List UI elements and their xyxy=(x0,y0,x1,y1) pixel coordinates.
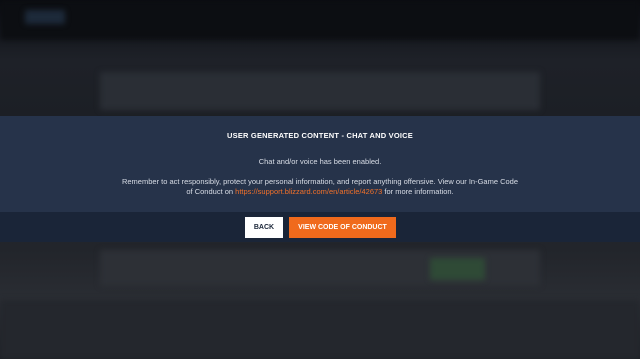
dialog-body-suffix: for more information. xyxy=(382,187,454,196)
view-code-of-conduct-button[interactable]: VIEW CODE OF CONDUCT xyxy=(289,217,396,238)
code-of-conduct-link[interactable]: https://support.blizzard.com/en/article/… xyxy=(235,187,382,196)
background-panel xyxy=(100,72,540,110)
dialog-subtitle: Chat and/or voice has been enabled. xyxy=(258,157,382,166)
game-screen: USER GENERATED CONTENT - CHAT AND VOICE … xyxy=(0,0,640,359)
back-button[interactable]: BACK xyxy=(245,217,283,238)
background-accent xyxy=(430,258,485,280)
background-bottom-strip xyxy=(0,300,640,359)
background-top-bar xyxy=(0,0,640,40)
dialog-title: USER GENERATED CONTENT - CHAT AND VOICE xyxy=(227,131,413,140)
background-logo-blur xyxy=(25,10,65,24)
dialog-body: Remember to act responsibly, protect you… xyxy=(120,177,520,197)
